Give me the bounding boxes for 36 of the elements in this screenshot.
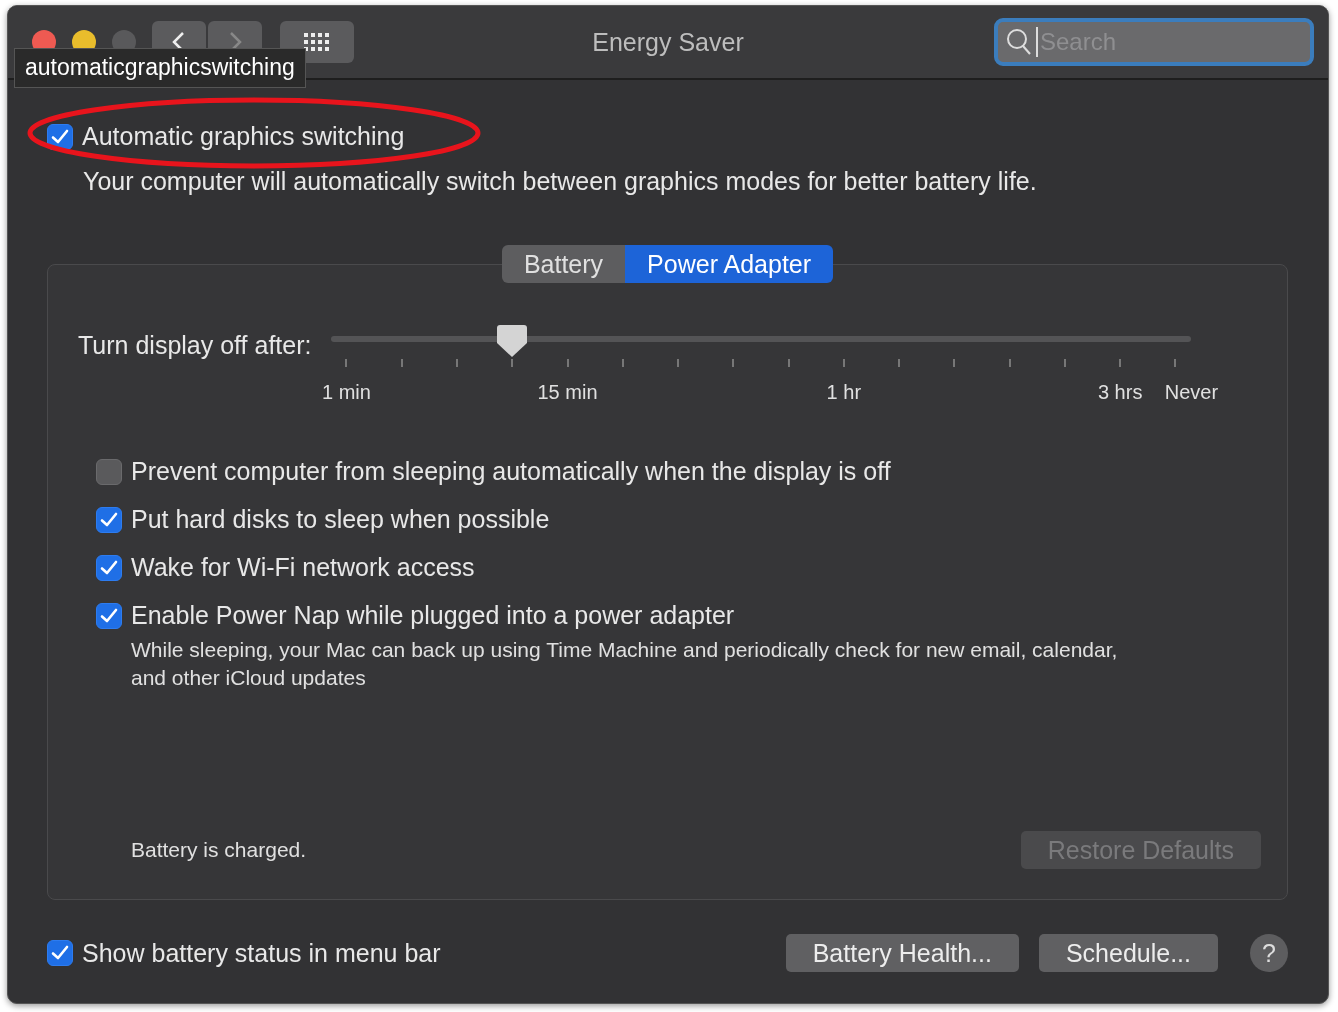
checkmark-icon — [100, 511, 118, 528]
grid-icon — [302, 31, 332, 53]
checkbox[interactable] — [47, 123, 73, 150]
tab[interactable]: Power Adapter — [625, 245, 834, 283]
checkbox-label: Prevent computer from sleeping automatically when the display is off — [131, 457, 891, 486]
tick-label: 3 hrs — [1097, 381, 1143, 404]
checkmark-icon — [100, 607, 118, 624]
status-text: Battery is charged. — [131, 838, 307, 862]
checkbox-label: Put hard disks to sleep when possible — [131, 505, 550, 534]
checkbox[interactable] — [47, 940, 73, 966]
checkbox[interactable] — [96, 554, 122, 581]
checkbox-label: Wake for Wi-Fi network access — [131, 553, 475, 582]
tick-label: Never — [1164, 381, 1219, 404]
tab[interactable]: Battery — [501, 245, 626, 283]
battery-health-button[interactable]: Battery Health... — [785, 934, 1019, 972]
checkbox[interactable] — [96, 458, 122, 485]
tick-label: 15 min — [537, 381, 598, 404]
checkbox-label: Enable Power Nap while plugged into a power adapter — [131, 601, 735, 630]
checkbox-label: Automatic graphics switching — [82, 122, 405, 151]
tick-label: 1 hr — [826, 381, 862, 404]
schedule-button[interactable]: Schedule... — [1038, 934, 1218, 972]
checkmark-icon — [100, 559, 118, 576]
checkbox-label: Show battery status in menu bar — [82, 938, 441, 968]
checkbox[interactable] — [96, 506, 122, 533]
checkmark-icon — [51, 128, 69, 145]
help-button[interactable]: ? — [1250, 934, 1288, 972]
slider-label: Turn display off after: — [78, 331, 312, 360]
tooltip: automaticgraphicswitching — [14, 48, 306, 88]
window-title: Energy Saver — [592, 27, 744, 56]
checkmark-icon — [51, 945, 69, 961]
search-icon — [1006, 28, 1032, 56]
description-text: Your computer will automatically switch between graphics modes for better battery life. — [83, 167, 1037, 196]
slider-thumb[interactable] — [497, 325, 528, 357]
checkbox[interactable] — [96, 602, 122, 629]
tick-label: 1 min — [322, 381, 371, 404]
description-text: While sleeping, your Mac can back up using Time Machine and periodically check for new email, calendar, and other iCloud updates — [131, 637, 1119, 691]
